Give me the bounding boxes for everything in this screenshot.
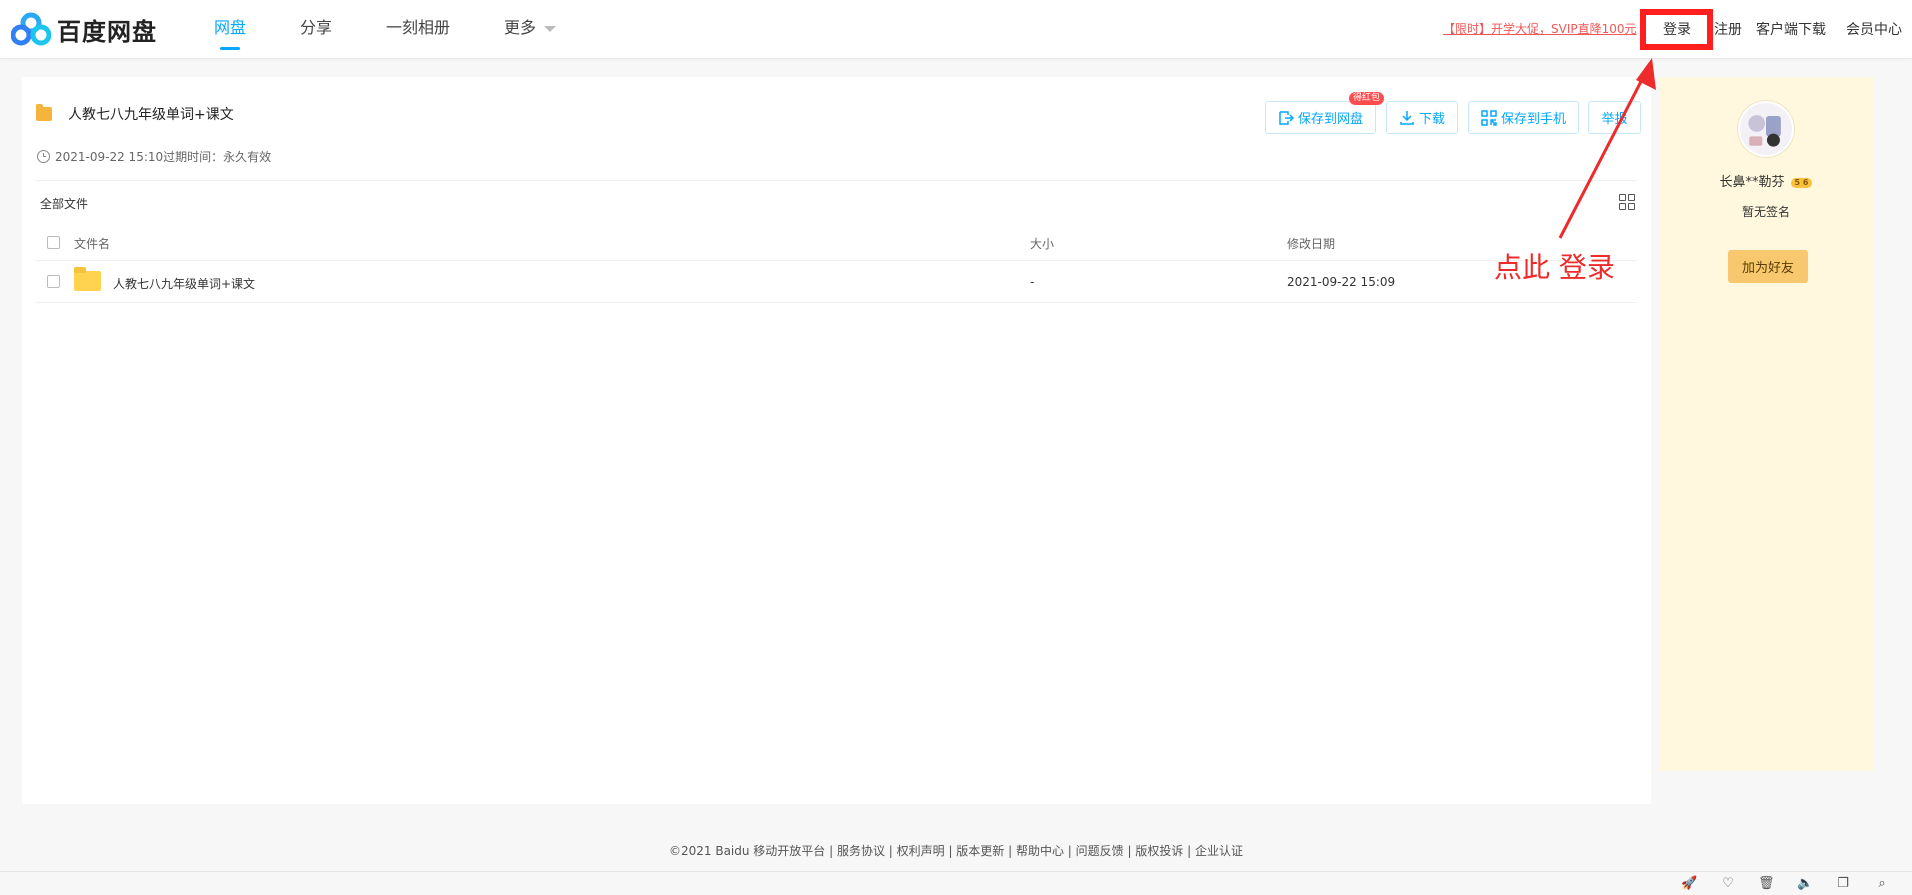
download-button[interactable]: 下载: [1386, 101, 1458, 134]
nav-photo-album[interactable]: 一刻相册: [386, 0, 450, 58]
main-nav: 网盘 分享 一刻相册 更多: [214, 0, 557, 58]
annotation-arrow-icon: [1558, 58, 1656, 239]
table-row[interactable]: 人教七八九年级单词+课文 - 2021-09-22 15:09: [36, 261, 1637, 303]
register-link[interactable]: 注册: [1714, 19, 1742, 39]
client-download-link[interactable]: 客户端下载: [1756, 19, 1826, 39]
clock-icon: [37, 150, 50, 163]
avatar[interactable]: [1738, 101, 1794, 157]
nav-label: 一刻相册: [386, 18, 451, 37]
qr-code-icon: [1481, 109, 1497, 126]
sharer-name: 长鼻**勒芬: [1719, 175, 1785, 190]
folder-icon: [36, 104, 52, 121]
logo-text: 百度网盘: [57, 17, 157, 46]
level-badge: 5 6: [1790, 177, 1813, 188]
button-label: 保存到网盘: [1297, 112, 1363, 127]
nav-more[interactable]: 更多: [504, 0, 557, 58]
sharer-signature: 暂无签名: [1741, 205, 1790, 219]
column-size[interactable]: 大小: [1030, 235, 1054, 252]
share-meta: 2021-09-22 15:10过期时间：永久有效: [37, 148, 271, 165]
speaker-icon[interactable]: 🔈: [1797, 877, 1813, 891]
nav-netdisk[interactable]: 网盘: [214, 0, 246, 58]
row-checkbox[interactable]: [47, 275, 60, 288]
file-modified: 2021-09-22 15:09: [1287, 275, 1396, 289]
chevron-down-icon: [544, 25, 557, 32]
footer-links[interactable]: ©2021 Baidu 移动开放平台 | 服务协议 | 权利声明 | 版本更新 …: [0, 842, 1912, 859]
breadcrumb-all-files[interactable]: 全部文件: [40, 195, 88, 212]
trash-icon[interactable]: 🗑: [1758, 877, 1775, 891]
annotation-text: 点此 登录: [1494, 251, 1615, 284]
baidu-netdisk-logo[interactable]: 百度网盘: [11, 12, 157, 46]
divider: [36, 180, 1637, 181]
add-friend-button[interactable]: 加为好友: [1728, 250, 1808, 283]
download-icon: [1400, 110, 1414, 125]
nav-label: 更多: [504, 18, 537, 37]
share-panel: 人教七八九年级单词+课文 2021-09-22 15:10过期时间：永久有效 保…: [22, 77, 1651, 804]
browser-status-bar: 🚀 ♡ 🗑 🔈 ❐ ⌕: [0, 871, 1912, 895]
avatar-image: [1740, 103, 1792, 155]
save-to-disk-icon: [1279, 110, 1294, 125]
heart-icon[interactable]: ♡: [1720, 877, 1736, 891]
file-size: -: [1030, 275, 1035, 289]
folder-icon: [74, 267, 101, 291]
promo-link[interactable]: 【限时】开学大促，SVIP直降100元: [1443, 20, 1637, 37]
vip-center-link[interactable]: 会员中心: [1846, 19, 1902, 39]
select-all-checkbox[interactable]: [47, 236, 60, 249]
login-highlight-box: [1640, 9, 1713, 50]
nav-share[interactable]: 分享: [300, 0, 332, 58]
window-icon[interactable]: ❐: [1835, 877, 1851, 891]
sharer-profile-card: 长鼻**勒芬 5 6 暂无签名 加为好友: [1659, 77, 1873, 771]
file-name[interactable]: 人教七八九年级单词+课文: [113, 275, 255, 292]
save-to-disk-button[interactable]: 保存到网盘: [1265, 101, 1376, 134]
nav-active-indicator: [220, 47, 240, 50]
red-packet-badge: 得红包: [1349, 92, 1385, 105]
column-modified[interactable]: 修改日期: [1287, 235, 1335, 252]
button-label: 下载: [1418, 112, 1445, 127]
search-icon[interactable]: ⌕: [1874, 877, 1890, 891]
nav-label: 网盘: [214, 18, 247, 37]
rocket-icon[interactable]: 🚀: [1681, 877, 1697, 891]
file-table-header: 文件名 大小 修改日期: [36, 225, 1637, 261]
nav-label: 分享: [300, 18, 333, 37]
share-meta-text: 2021-09-22 15:10过期时间：永久有效: [55, 150, 272, 164]
level-text: 5 6: [1790, 177, 1813, 188]
cloud-logo-icon: [11, 12, 51, 46]
sharer-name-row: 长鼻**勒芬 5 6: [1659, 171, 1873, 190]
column-name[interactable]: 文件名: [74, 235, 110, 252]
share-title: 人教七八九年级单词+课文: [36, 104, 234, 124]
share-title-text: 人教七八九年级单词+课文: [68, 107, 234, 123]
